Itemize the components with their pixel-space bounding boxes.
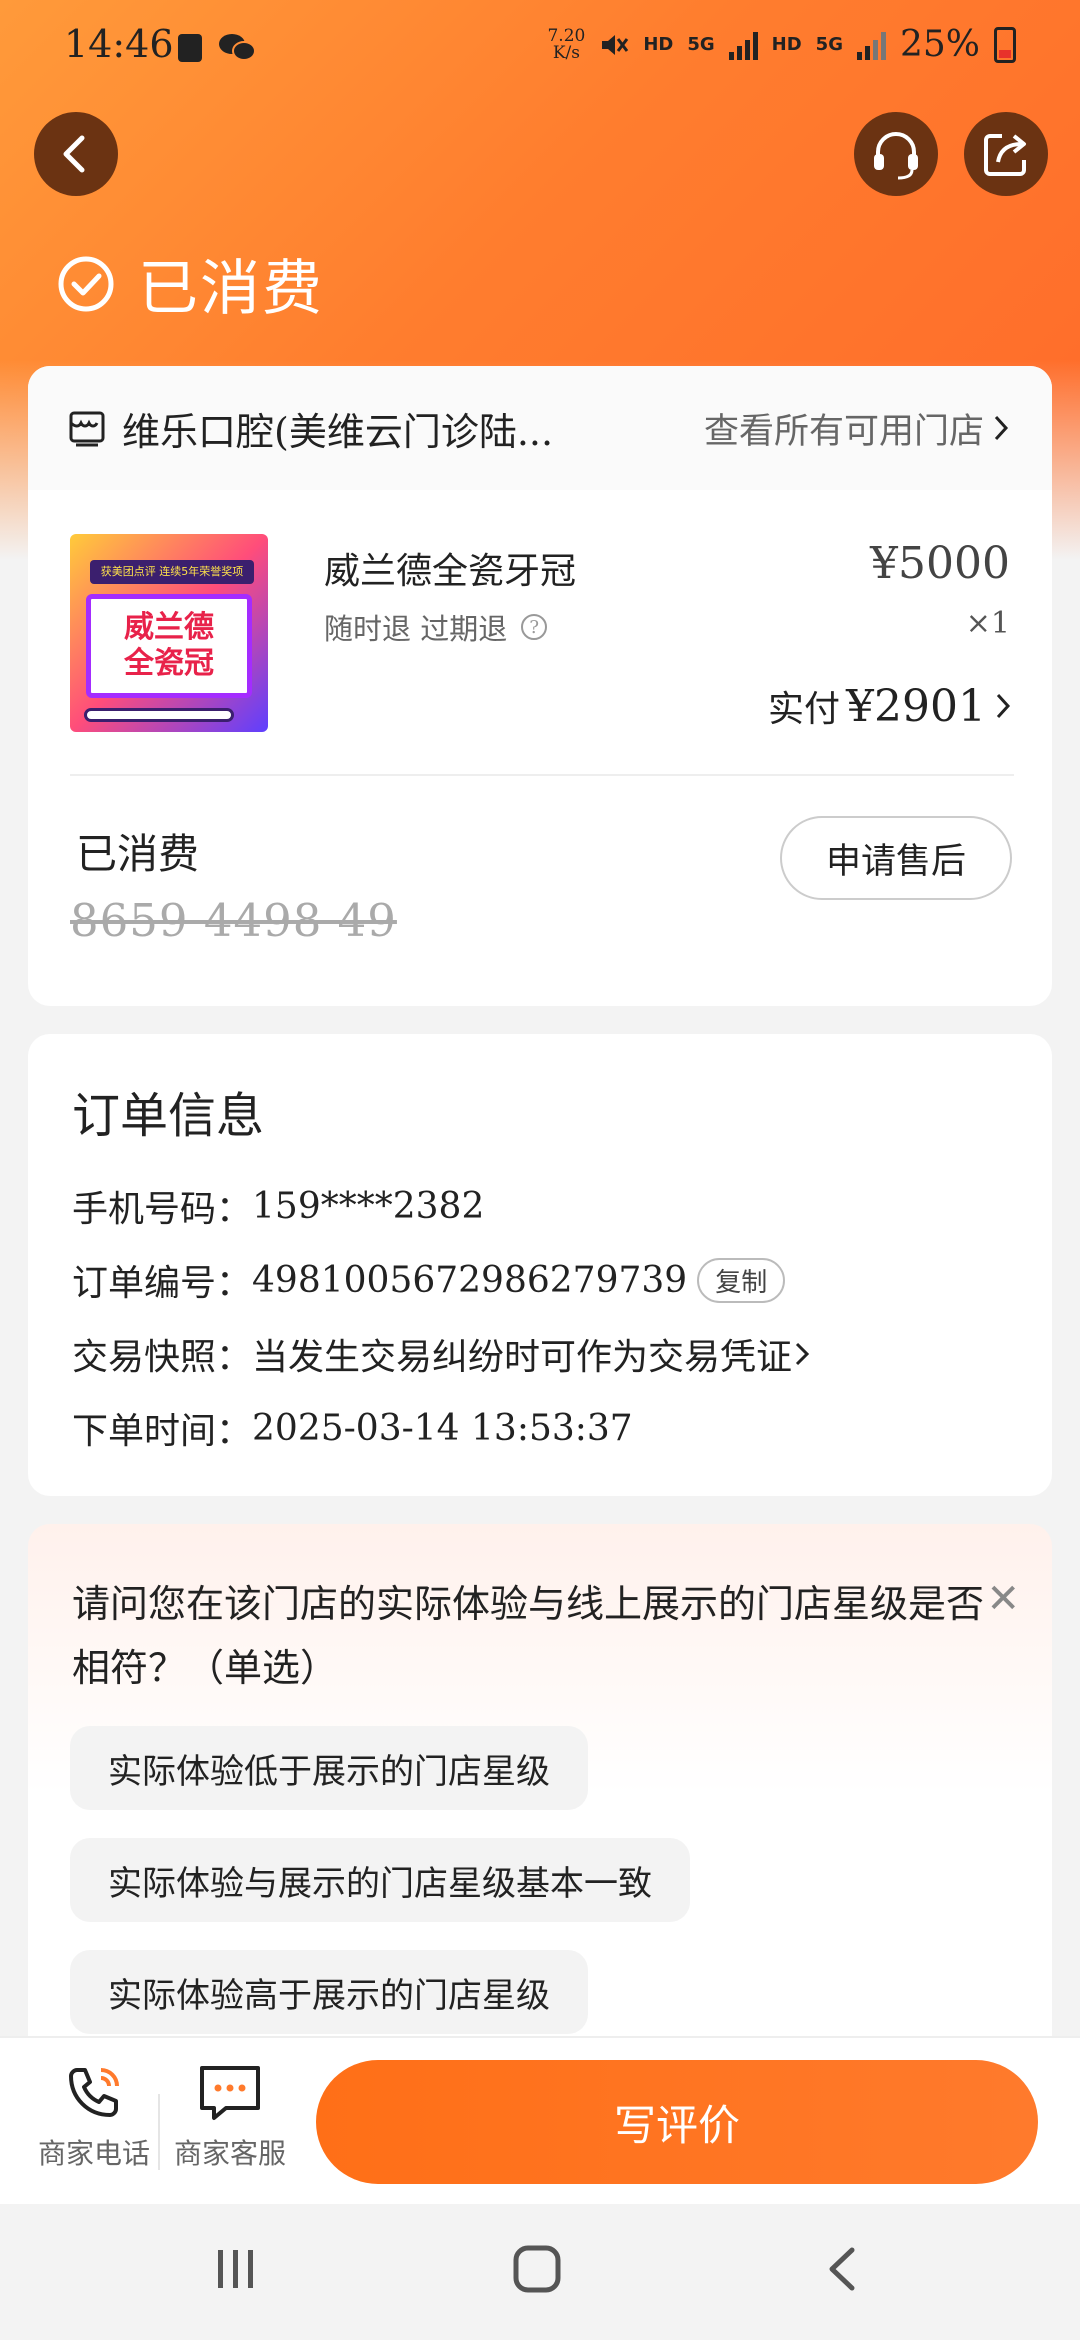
signal-icon-2 xyxy=(856,30,886,60)
paid-value: ¥2901 xyxy=(846,680,986,732)
signal-icon-1 xyxy=(728,30,758,60)
recent-apps-icon[interactable] xyxy=(214,2244,258,2294)
merchant-phone-label: 商家电话 xyxy=(37,2137,150,2170)
store-name: 维乐口腔(美维云门诊陆... xyxy=(122,409,554,454)
chevron-right-icon xyxy=(994,415,1009,441)
survey-option-same[interactable]: 实际体验与展示的门店星级基本一致 xyxy=(70,1838,690,1922)
snapshot-label: 交易快照： xyxy=(72,1337,253,1378)
order-time-row: 下单时间： 2025-03-14 13:53:37 xyxy=(72,1402,633,1454)
all-stores-link[interactable]: 查看所有可用门店 xyxy=(704,403,1012,454)
order-status-title: 已消费 xyxy=(56,240,324,327)
share-icon xyxy=(984,134,1026,176)
thumbnail-bar xyxy=(84,708,234,722)
thumbnail-title: 威兰德 全瓷冠 xyxy=(86,594,252,698)
copy-button[interactable]: 复制 xyxy=(697,1257,786,1303)
order-time-value: 2025-03-14 13:53:37 xyxy=(252,1407,633,1449)
product-quantity: ×1 xyxy=(965,606,1010,641)
divider xyxy=(70,774,1014,776)
thumbnail-line-1: 威兰德 xyxy=(124,610,214,645)
wechat-icon xyxy=(219,34,256,61)
5g-label-2: 5G xyxy=(815,34,843,55)
voucher-code: 8659 4498 49 xyxy=(70,894,397,947)
order-info-title: 订单信息 xyxy=(72,1088,265,1144)
status-time: 14:46 xyxy=(64,22,174,66)
net-speed-value: 7.20 xyxy=(547,25,586,46)
survey-question: 请问您在该门店的实际体验与线上展示的门店星级是否相符？（单选） xyxy=(72,1582,985,1690)
refund-tags-text: 随时退 过期退 xyxy=(324,612,508,646)
phone-value: 159****2382 xyxy=(252,1185,485,1227)
customer-service-button[interactable] xyxy=(854,112,938,196)
paid-amount-row[interactable]: 实付 ¥2901 xyxy=(768,680,1014,732)
shopping-bag-icon xyxy=(178,34,202,62)
mute-icon xyxy=(602,34,629,55)
battery-icon xyxy=(994,26,1016,63)
product-row[interactable]: 获美团点评 连续5年荣誉奖项 威兰德 全瓷冠 威兰德全瓷牙冠 随时退 过期退 ?… xyxy=(70,534,1014,734)
action-separator xyxy=(158,2094,160,2170)
product-price: ¥5000 xyxy=(870,538,1010,589)
snapshot-row[interactable]: 交易快照： 当发生交易纠纷时可作为交易凭证 xyxy=(72,1328,812,1380)
system-navigation-bar xyxy=(0,2204,1080,2340)
chevron-right-icon xyxy=(795,1342,810,1366)
order-number-row: 订单编号： 4981005672986279739 复制 xyxy=(72,1254,786,1306)
net-speed-unit: K/s xyxy=(552,42,580,63)
write-review-button[interactable]: 写评价 xyxy=(316,2060,1038,2184)
order-number-label: 订单编号： xyxy=(72,1263,253,1304)
hd-label-2: HD xyxy=(771,34,802,55)
merchant-service-button[interactable]: 商家客服 xyxy=(164,2060,296,2172)
voucher-card: 维乐口腔(美维云门诊陆... 查看所有可用门店 获美团点评 连续5年荣誉奖项 威… xyxy=(28,366,1052,1006)
merchant-service-label: 商家客服 xyxy=(173,2137,286,2170)
order-time-label: 下单时间： xyxy=(72,1411,253,1452)
share-button[interactable] xyxy=(964,112,1048,196)
chat-icon xyxy=(200,2066,260,2120)
battery-percent: 25% xyxy=(899,24,980,65)
paid-label: 实付 xyxy=(768,689,841,730)
thumbnail-line-2: 全瓷冠 xyxy=(124,646,214,681)
bottom-action-bar: 商家电话 商家客服 写评价 xyxy=(0,2036,1080,2204)
net-speed: 7.20 K/s xyxy=(547,25,586,63)
hd-label-1: HD xyxy=(643,34,674,55)
all-stores-link-label: 查看所有可用门店 xyxy=(703,411,984,452)
phone-icon xyxy=(69,2068,119,2117)
survey-option-lower[interactable]: 实际体验低于展示的门店星级 xyxy=(70,1726,588,1810)
store-row[interactable]: 维乐口腔(美维云门诊陆... 查看所有可用门店 xyxy=(28,366,1052,490)
product-name: 威兰德全瓷牙冠 xyxy=(324,551,577,592)
refund-tags: 随时退 过期退 ? xyxy=(324,606,548,648)
survey-card: 请问您在该门店的实际体验与线上展示的门店星级是否相符？（单选） ✕ 实际体验低于… xyxy=(28,1524,1052,2064)
snapshot-text: 当发生交易纠纷时可作为交易凭证 xyxy=(252,1337,793,1378)
store-icon xyxy=(69,411,105,447)
voucher-status: 已消费 xyxy=(76,830,199,878)
phone-row: 手机号码： 159****2382 xyxy=(72,1180,484,1232)
phone-label: 手机号码： xyxy=(72,1189,253,1230)
close-icon[interactable]: ✕ xyxy=(986,1576,1020,1622)
order-status-text: 已消费 xyxy=(138,254,324,324)
back-button[interactable] xyxy=(34,112,118,196)
help-icon[interactable]: ? xyxy=(521,614,548,640)
after-sale-button[interactable]: 申请售后 xyxy=(780,816,1012,900)
thumbnail-banner: 获美团点评 连续5年荣誉奖项 xyxy=(90,560,254,584)
status-bar: 14:46 7.20 K/s HD 5G HD 5G 25% xyxy=(0,0,1080,96)
chevron-right-icon xyxy=(996,693,1011,719)
5g-label-1: 5G xyxy=(687,34,715,55)
survey-option-higher[interactable]: 实际体验高于展示的门店星级 xyxy=(70,1950,588,2034)
merchant-phone-button[interactable]: 商家电话 xyxy=(30,2060,158,2172)
back-nav-icon[interactable] xyxy=(822,2244,862,2294)
check-circle-icon xyxy=(58,256,114,311)
home-icon[interactable] xyxy=(512,2244,562,2294)
product-thumbnail: 获美团点评 连续5年荣誉奖项 威兰德 全瓷冠 xyxy=(70,534,268,732)
chevron-left-icon xyxy=(63,135,85,173)
order-info-card: 订单信息 手机号码： 159****2382 订单编号： 49810056729… xyxy=(28,1034,1052,1496)
order-number-value: 4981005672986279739 xyxy=(252,1259,688,1301)
headset-icon xyxy=(874,132,918,180)
